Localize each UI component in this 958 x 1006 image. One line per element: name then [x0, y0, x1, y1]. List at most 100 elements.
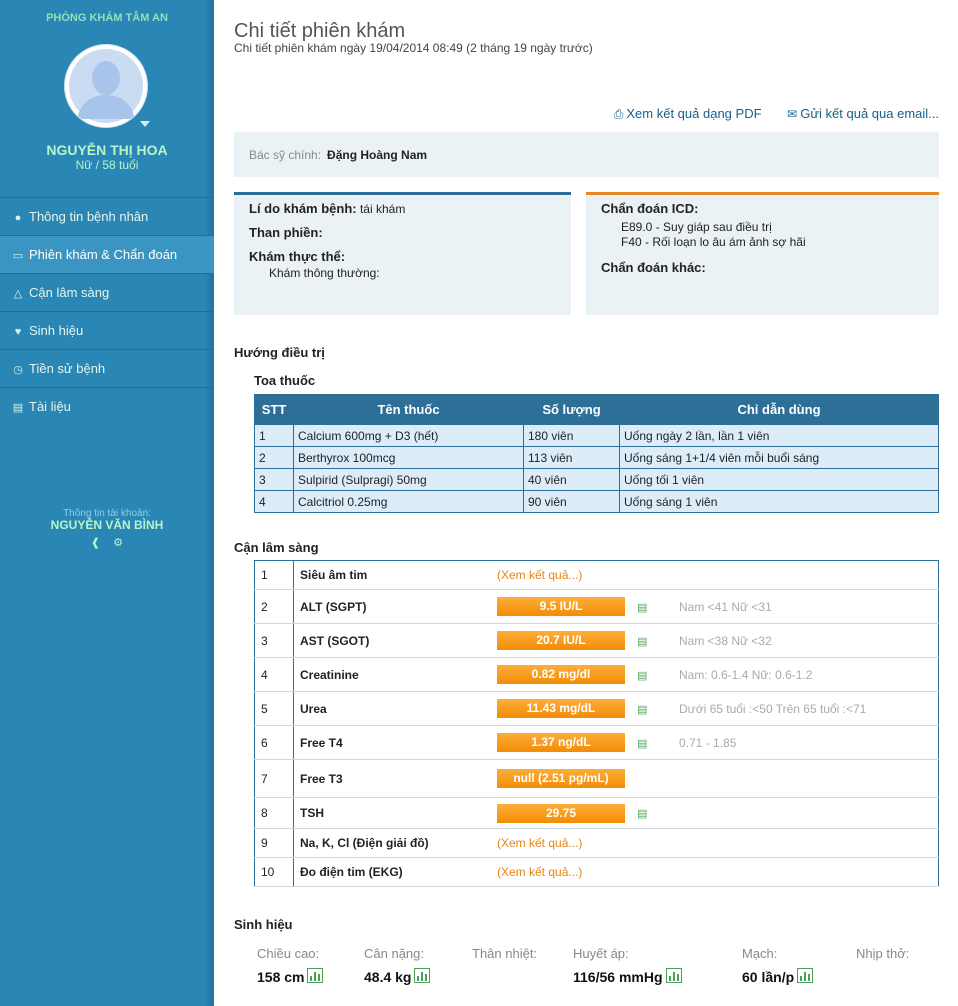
- table-row: 4 Creatinine 0.82 mg/dl ▤ Nam: 0.6-1.4 N…: [254, 657, 939, 692]
- vital-temperature: Thân nhiệt:: [472, 946, 537, 968]
- sidebar-item-label: Tiền sử bệnh: [29, 361, 106, 376]
- sidebar-item-patient-info[interactable]: ● Thông tin bệnh nhân: [0, 197, 214, 235]
- patient-avatar[interactable]: [64, 44, 148, 128]
- chart-icon[interactable]: ▤: [637, 738, 647, 750]
- vital-label: Chiều cao:: [257, 946, 320, 961]
- user-icon: ●: [14, 212, 22, 224]
- sidebar-item-label: Sinh hiệu: [29, 323, 84, 338]
- physical-value: Khám thông thường:: [269, 266, 380, 280]
- cell-stt: 4: [254, 490, 294, 513]
- result-badge: null (2.51 pg/mL): [497, 769, 625, 788]
- bar-chart-icon[interactable]: [797, 968, 814, 983]
- chart-icon[interactable]: ▤: [637, 636, 647, 648]
- cell-drug: Berthyrox 100mcg: [293, 446, 524, 469]
- table-row: 1 Siêu âm tim (Xem kết quả...): [254, 560, 939, 590]
- vitals-row: Chiều cao: 158 cm Cân nặng: 48.4 kg Thân…: [234, 946, 939, 996]
- cell-stt: 4: [254, 657, 294, 692]
- clock-icon: ◷: [13, 364, 23, 376]
- sidebar-item-history[interactable]: ◷ Tiền sử bệnh: [0, 349, 214, 387]
- print-icon: ⎙: [613, 107, 624, 121]
- doctor-box: Bác sỹ chính: Đặng Hoàng Nam: [234, 132, 939, 177]
- cell-drug: Calcium 600mg + D3 (hết): [293, 424, 524, 447]
- sidebar-item-label: Thông tin bệnh nhân: [29, 209, 149, 224]
- user-silhouette-icon: [65, 45, 147, 127]
- avatar-dropdown-caret-icon[interactable]: [140, 121, 150, 127]
- vital-weight: Cân nặng: 48.4 kg: [364, 946, 431, 985]
- vital-pulse: Mạch: 60 lần/p: [742, 946, 814, 985]
- labs-table: 1 Siêu âm tim (Xem kết quả...) 2 ALT (SG…: [254, 560, 939, 887]
- vital-value: 158 cm: [257, 969, 305, 985]
- chart-icon[interactable]: ▤: [637, 602, 647, 614]
- complaint-label: Than phiền:: [249, 225, 323, 240]
- table-row: 3 Sulpirid (Sulpragi) 50mg 40 viên Uống …: [254, 468, 939, 491]
- cell-test-name: Free T3: [293, 759, 491, 798]
- other-diagnosis-label: Chẩn đoán khác:: [601, 260, 706, 275]
- vital-respiration: Nhịp thở:: [856, 946, 909, 968]
- cell-test-name: TSH: [293, 797, 491, 829]
- sidebar-item-sessions[interactable]: ▭ Phiên khám & Chẩn đoán: [0, 235, 214, 273]
- send-email-label: Gửi kết quả qua email...: [800, 106, 939, 121]
- sidebar-item-vitals[interactable]: ♥ Sinh hiệu: [0, 311, 214, 349]
- cell-stt: 2: [254, 589, 294, 624]
- labs-title: Cận lâm sàng: [234, 540, 319, 555]
- cell-test-name: Siêu âm tim: [293, 560, 491, 590]
- cell-stt: 5: [254, 691, 294, 726]
- column-header: Số lượng: [523, 394, 620, 425]
- treatment-title: Hướng điều trị: [234, 345, 325, 360]
- patient-name: NGUYỄN THỊ HOA: [46, 142, 168, 158]
- result-badge: 29.75: [497, 803, 625, 823]
- vital-label: Nhịp thở:: [856, 946, 910, 961]
- cell-reference: 0.71 - 1.85: [673, 725, 939, 760]
- cell-reference: Nam <38 Nữ <32: [673, 623, 939, 658]
- sidebar-item-documents[interactable]: ▤ Tài liệu: [0, 387, 214, 425]
- sidebar: PHÒNG KHÁM TÂM AN NGUYỄN THỊ HOA Nữ / 58…: [0, 0, 214, 1006]
- cell-test-name: Na, K, Cl (Điện giải đồ): [293, 828, 491, 858]
- cell-test-name: AST (SGOT): [293, 623, 491, 658]
- icd-label: Chẩn đoán ICD:: [601, 201, 699, 216]
- exam-box: Lí do khám bệnh: tái khám Than phiền: Kh…: [234, 192, 571, 315]
- doctor-name: Đặng Hoàng Nam: [327, 148, 428, 162]
- sidebar-item-labs[interactable]: △ Cận lâm sàng: [0, 273, 214, 311]
- table-row: 2 ALT (SGPT) 9.5 IU/L ▤ Nam <41 Nữ <31: [254, 589, 939, 624]
- bar-chart-icon[interactable]: [665, 968, 682, 983]
- table-row: 3 AST (SGOT) 20.7 IU/L ▤ Nam <38 Nữ <32: [254, 623, 939, 658]
- column-header: Chỉ dẫn dùng: [619, 394, 939, 425]
- gear-icon[interactable]: ⚙: [113, 536, 123, 549]
- result-badge: 9.5 IU/L: [497, 597, 625, 616]
- table-row: 10 Đo điện tim (EKG) (Xem kết quả...): [254, 857, 939, 887]
- prescription-table: STT Tên thuốc Số lượng Chỉ dẫn dùng 1 Ca…: [254, 394, 939, 513]
- envelope-icon: ✉: [787, 107, 798, 121]
- table-row: 4 Calcitriol 0.25mg 90 viên Uống sáng 1 …: [254, 490, 939, 513]
- table-row: 5 Urea 11.43 mg/dL ▤ Dưới 65 tuổi :<50 T…: [254, 691, 939, 726]
- cell-instruction: Uống ngày 2 lần, lần 1 viên: [619, 424, 939, 447]
- vital-label: Mạch:: [742, 946, 778, 961]
- table-row: 2 Berthyrox 100mcg 113 viên Uống sáng 1+…: [254, 446, 939, 469]
- cell-stt: 6: [254, 725, 294, 760]
- page-actions: ⎙ Xem kết quả dạng PDF ✉ Gửi kết quả qua e…: [592, 106, 939, 122]
- logout-icon[interactable]: ❰: [91, 536, 100, 549]
- chart-icon[interactable]: ▤: [637, 704, 647, 716]
- doctor-label: Bác sỹ chính:: [249, 148, 322, 162]
- table-row: 9 Na, K, Cl (Điện giải đồ) (Xem kết quả.…: [254, 828, 939, 858]
- cell-reference: Nam <41 Nữ <31: [673, 589, 939, 624]
- view-result-link[interactable]: (Xem kết quả...): [497, 568, 582, 582]
- cell-qty: 113 viên: [523, 446, 620, 469]
- view-pdf-link[interactable]: ⎙ Xem kết quả dạng PDF: [614, 106, 762, 121]
- physical-label: Khám thực thể:: [249, 249, 346, 264]
- sidebar-nav: ● Thông tin bệnh nhân ▭ Phiên khám & Chẩn …: [0, 197, 214, 425]
- sidebar-item-label: Phiên khám & Chẩn đoán: [29, 247, 178, 262]
- patient-gender-age: Nữ / 58 tuổi: [75, 158, 139, 172]
- chart-icon[interactable]: ▤: [637, 670, 647, 682]
- bar-chart-icon[interactable]: [307, 968, 324, 983]
- result-badge: 0.82 mg/dl: [497, 665, 625, 684]
- view-result-link[interactable]: (Xem kết quả...): [497, 865, 582, 879]
- vital-value: 60 lần/p: [742, 969, 795, 985]
- view-result-link[interactable]: (Xem kết quả...): [497, 836, 582, 850]
- chart-icon[interactable]: ▤: [637, 808, 647, 820]
- icd-item: F40 - Rối loạn lo âu ám ảnh sợ hãi: [621, 235, 806, 249]
- bar-chart-icon[interactable]: [414, 968, 431, 983]
- cell-drug: Sulpirid (Sulpragi) 50mg: [293, 468, 524, 491]
- send-email-link[interactable]: ✉ Gửi kết quả qua email...: [787, 106, 939, 121]
- table-row: 7 Free T3 null (2.51 pg/mL): [254, 759, 939, 798]
- cell-stt: 8: [254, 797, 294, 829]
